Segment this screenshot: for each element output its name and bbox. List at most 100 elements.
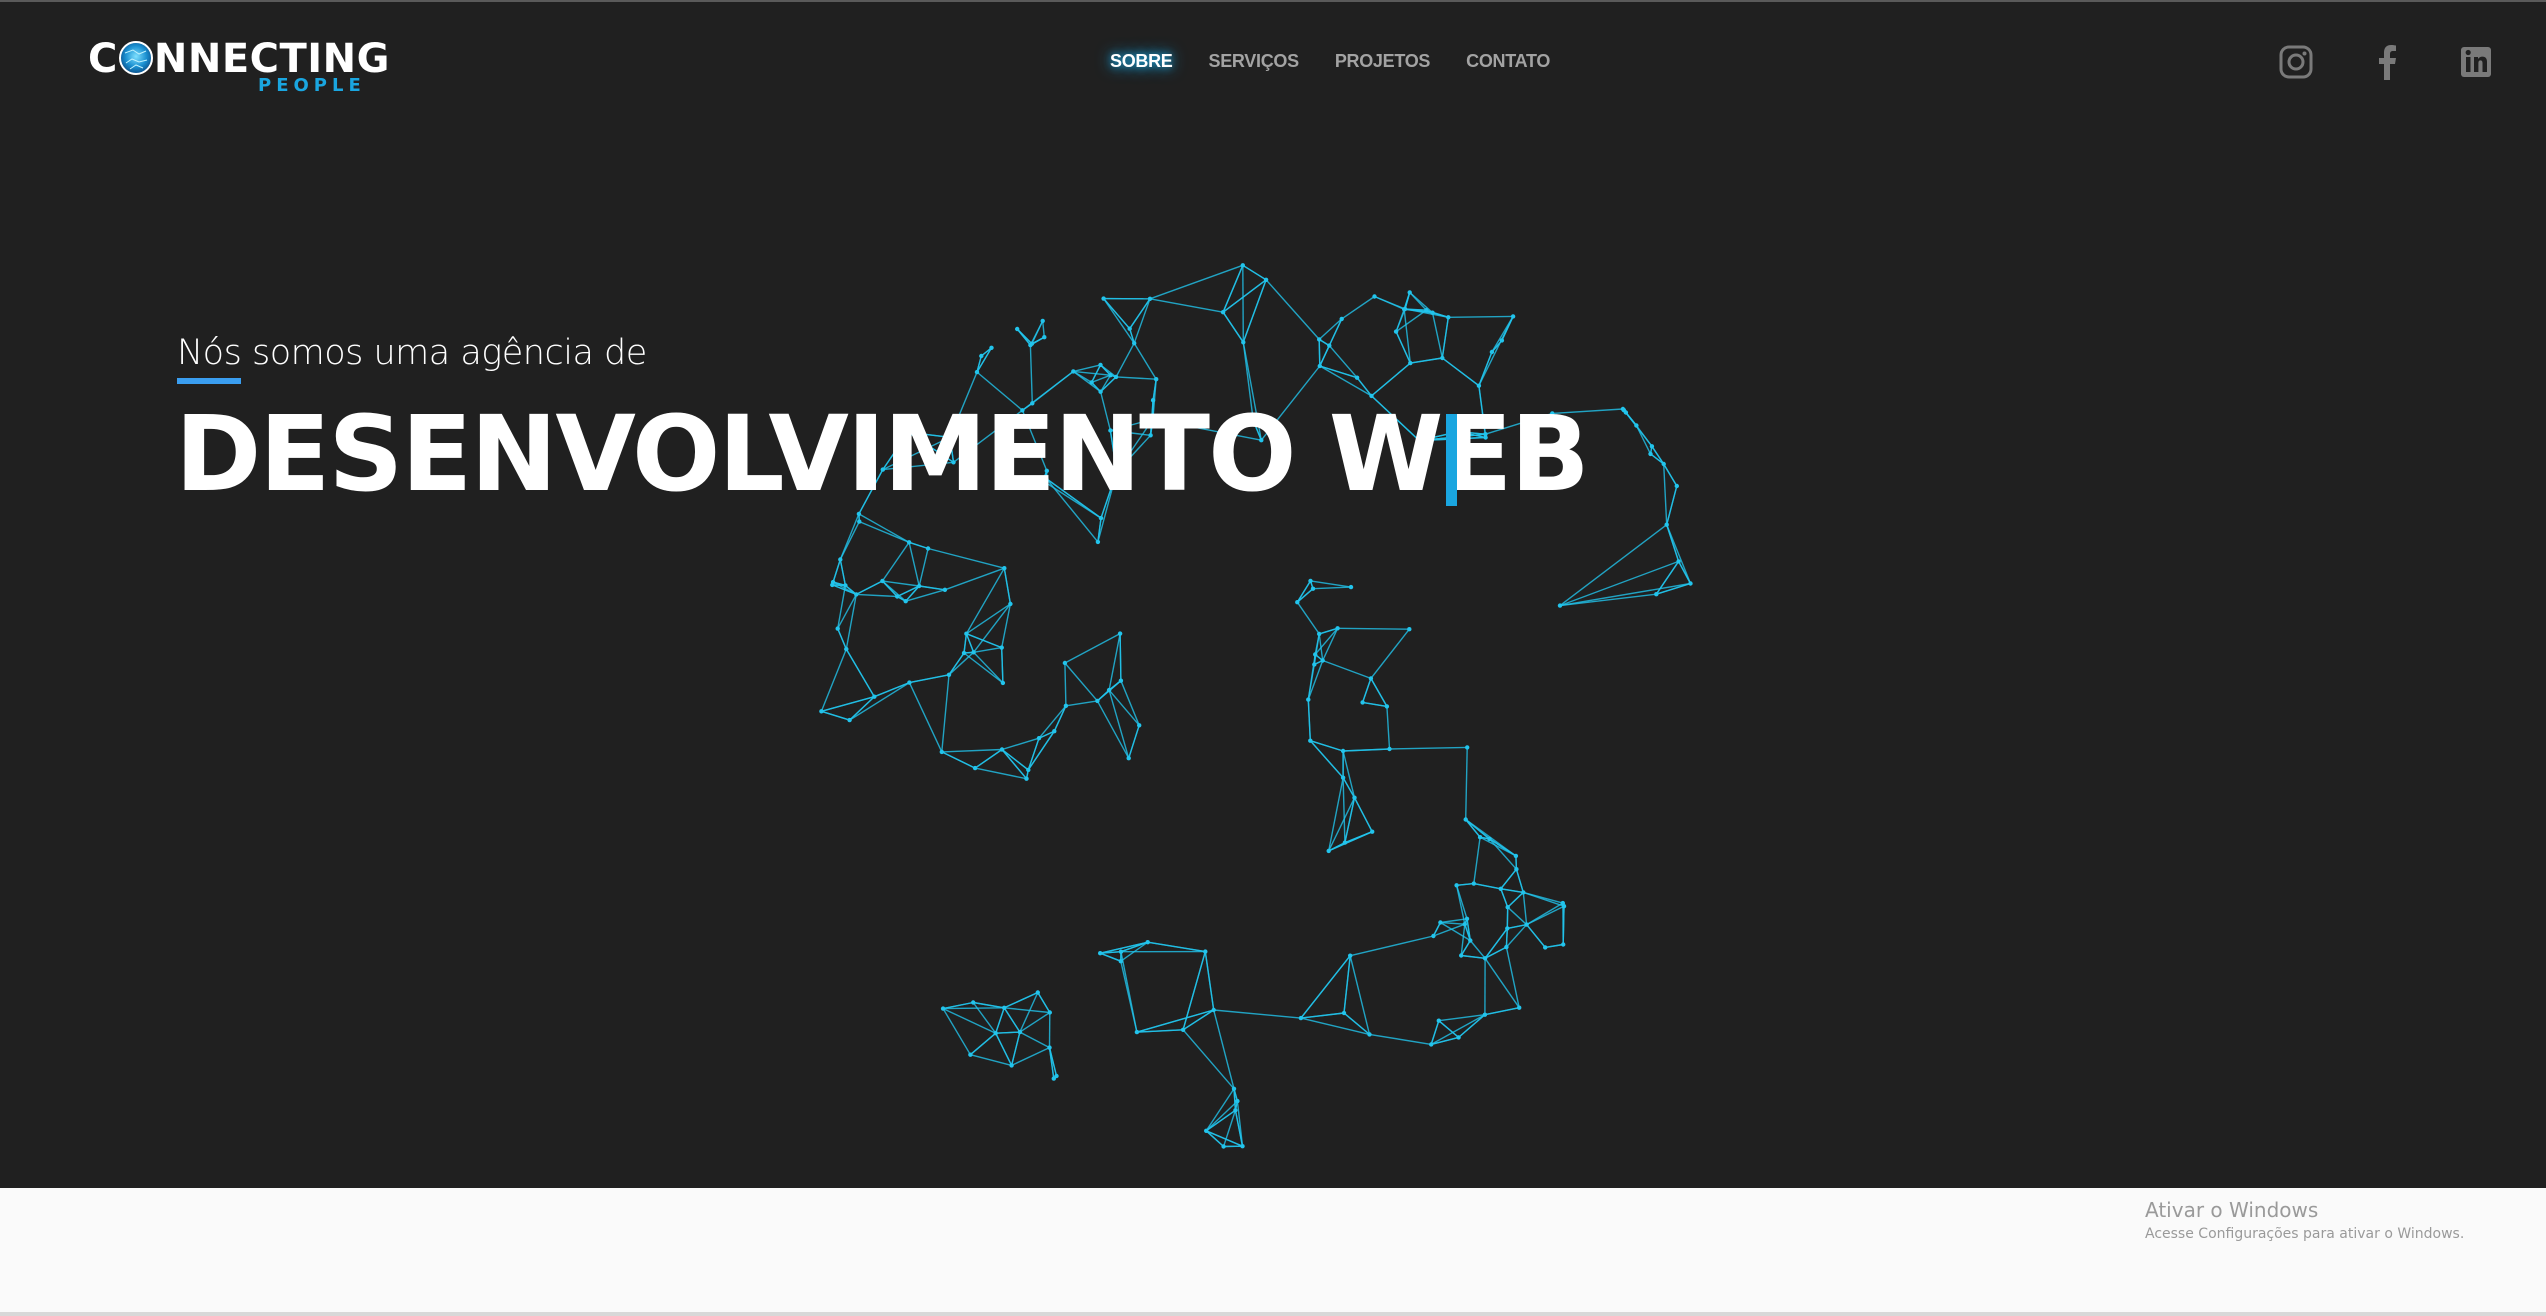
- network-line: [1296, 601, 1320, 635]
- network-node: [1372, 294, 1377, 299]
- network-node: [1071, 369, 1076, 374]
- logo-letter-c: C: [88, 36, 118, 82]
- nav-item-sobre[interactable]: SOBRE: [1110, 46, 1173, 76]
- network-node: [1462, 922, 1467, 927]
- network-line: [973, 646, 1002, 653]
- network-line: [1328, 777, 1344, 852]
- network-node: [1015, 326, 1020, 332]
- network-node: [1042, 335, 1047, 340]
- network-node: [1240, 263, 1245, 268]
- network-line: [1205, 1100, 1238, 1132]
- network-node: [1051, 1076, 1056, 1081]
- network-node: [1498, 886, 1503, 891]
- network-line: [995, 1007, 1005, 1034]
- network-node: [1008, 601, 1013, 607]
- network-node: [1505, 926, 1510, 931]
- nav-item-projetos[interactable]: PROJETOS: [1335, 46, 1431, 76]
- nav-item-servicos[interactable]: SERVIÇOS: [1209, 46, 1300, 76]
- network-node: [1308, 578, 1313, 584]
- network-node: [1134, 1029, 1140, 1035]
- network-node: [872, 694, 877, 699]
- network-line: [856, 593, 898, 598]
- network-node: [835, 626, 840, 631]
- network-line: [1001, 647, 1004, 683]
- network-node: [854, 592, 859, 597]
- network-line: [1064, 662, 1098, 702]
- network-line: [908, 682, 943, 753]
- watermark-title: Ativar o Windows: [2145, 1198, 2319, 1222]
- network-line: [1343, 955, 1351, 1014]
- logo-globe-icon: [118, 41, 153, 75]
- social-links: [2270, 40, 2491, 84]
- network-line: [1003, 568, 1012, 605]
- network-line: [941, 751, 976, 769]
- network-line: [832, 559, 841, 583]
- watermark-subtitle: Acesse Configurações para ativar o Windo…: [2145, 1226, 2465, 1242]
- network-line: [1350, 935, 1434, 957]
- network-line: [927, 547, 1005, 569]
- network-node: [999, 645, 1004, 650]
- network-node: [971, 1000, 976, 1005]
- network-node: [1017, 1029, 1023, 1035]
- windows-activation-watermark: Ativar o Windows Acesse Configurações pa…: [2145, 1197, 2464, 1245]
- hero-section: C NNECTING PEOPLE SOBRE SERVIÇOS PROJETOS…: [0, 0, 2546, 1188]
- network-line: [837, 628, 847, 650]
- bottom-divider: [0, 1312, 2546, 1316]
- network-line: [874, 681, 910, 698]
- network-line: [1103, 298, 1135, 344]
- linkedin-link[interactable]: [2458, 40, 2498, 84]
- network-node: [1009, 1063, 1014, 1068]
- network-line: [1500, 888, 1509, 908]
- network-line: [1149, 298, 1224, 313]
- hero-headline: DESENVOLVIMENTO WEB: [175, 393, 1590, 515]
- network-node: [1524, 922, 1529, 927]
- network-node: [917, 583, 922, 589]
- network-line: [1507, 906, 1528, 926]
- logo-subtitle: PEOPLE: [258, 75, 366, 96]
- network-node: [1295, 600, 1300, 605]
- network-line: [1344, 831, 1373, 844]
- network-line: [1440, 918, 1468, 924]
- network-node: [946, 672, 952, 677]
- network-line: [858, 513, 910, 543]
- facebook-link[interactable]: [2370, 40, 2410, 84]
- network-node: [1348, 584, 1354, 590]
- network-line: [1515, 869, 1524, 893]
- network-node: [1137, 723, 1142, 728]
- network-node: [971, 650, 976, 655]
- network-line: [1389, 746, 1468, 750]
- network-node: [1062, 660, 1068, 666]
- network-node: [1456, 1035, 1461, 1040]
- network-line: [1651, 445, 1665, 465]
- network-line: [1337, 627, 1410, 630]
- network-node: [925, 546, 931, 551]
- network-line: [995, 1032, 1013, 1066]
- network-node: [1482, 956, 1488, 961]
- network-node: [1463, 817, 1468, 822]
- network-line: [859, 520, 910, 543]
- logo[interactable]: C NNECTING PEOPLE: [88, 36, 389, 98]
- network-line: [1465, 818, 1490, 840]
- nav-item-contato[interactable]: CONTATO: [1466, 46, 1550, 76]
- network-node: [1561, 942, 1566, 947]
- network-node: [964, 631, 969, 636]
- network-line: [1016, 328, 1031, 346]
- network-line: [1064, 632, 1121, 664]
- network-line: [1650, 453, 1665, 465]
- network-line: [1342, 777, 1346, 843]
- network-line: [969, 1032, 997, 1056]
- network-node: [1438, 920, 1443, 925]
- facebook-icon: [2379, 45, 2396, 80]
- network-node: [1327, 343, 1332, 348]
- network-node: [1127, 326, 1132, 331]
- network-line: [1004, 1007, 1050, 1014]
- network-line: [974, 748, 1003, 769]
- network-line: [1318, 318, 1343, 340]
- network-line: [1342, 750, 1356, 798]
- main-nav: SOBRE SERVIÇOS PROJETOS CONTATO: [1110, 46, 1586, 76]
- network-node: [993, 1031, 998, 1036]
- network-node: [857, 519, 862, 524]
- instagram-link[interactable]: [2278, 40, 2318, 84]
- network-line: [1310, 580, 1352, 588]
- network-node: [1306, 697, 1311, 702]
